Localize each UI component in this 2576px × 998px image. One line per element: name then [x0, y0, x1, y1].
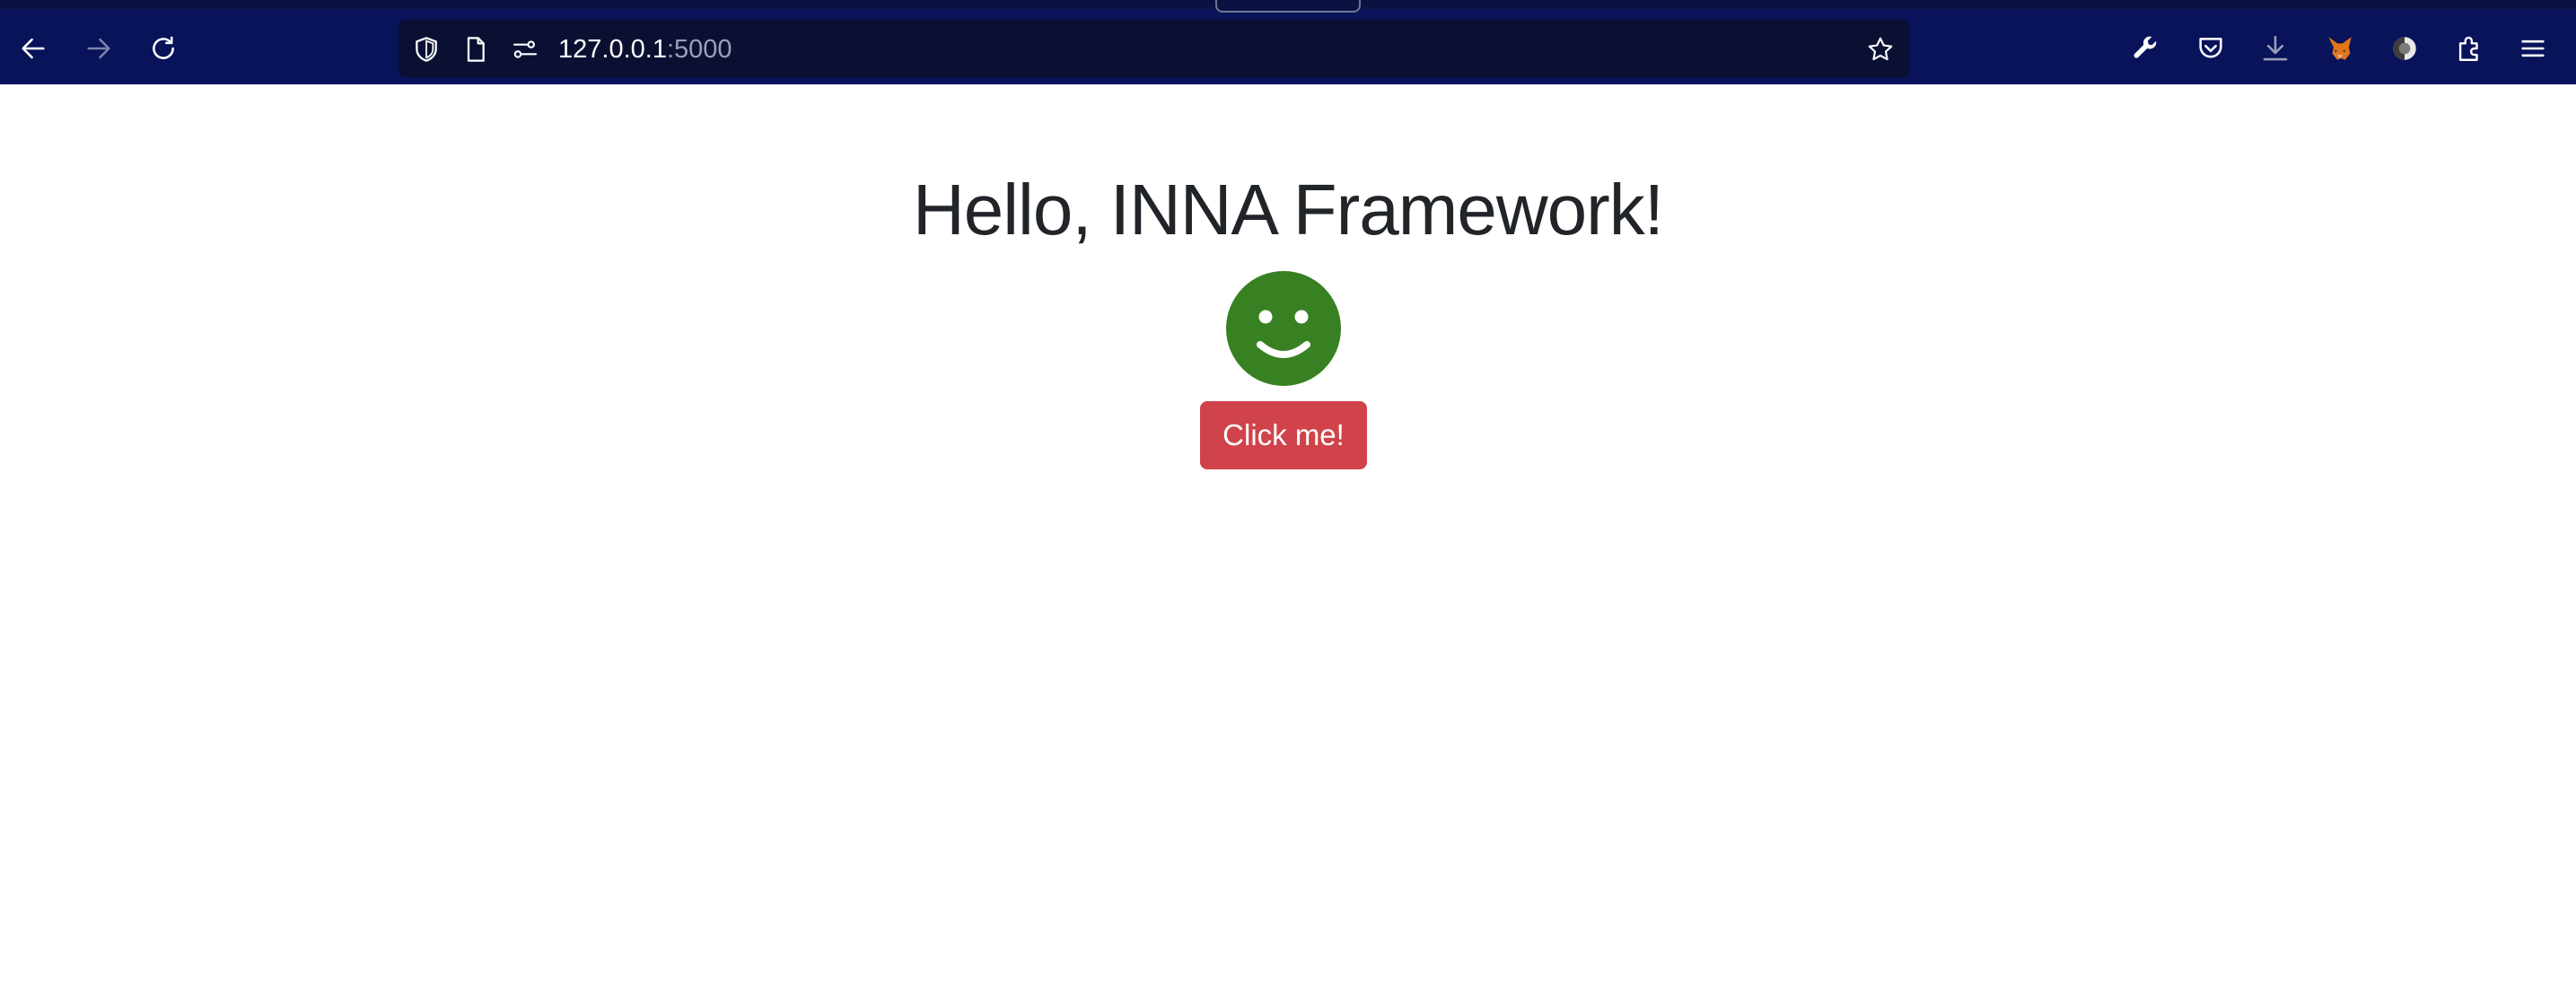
wrench-icon[interactable] [2127, 31, 2163, 66]
forward-button[interactable] [77, 27, 120, 70]
download-icon[interactable] [2257, 31, 2293, 66]
url-text[interactable]: 127.0.0.1:5000 [558, 34, 732, 65]
shield-icon[interactable] [411, 34, 442, 65]
contrast-extension-icon[interactable] [2387, 31, 2423, 66]
arrow-left-icon [22, 38, 45, 59]
url-bar[interactable]: 127.0.0.1:5000 [399, 20, 1910, 77]
page-title: Hello, INNA Framework! [913, 170, 1664, 250]
reload-icon [153, 36, 174, 59]
arrow-right-icon [87, 38, 110, 59]
pocket-icon[interactable] [2193, 31, 2229, 66]
reload-button[interactable] [142, 27, 185, 70]
permissions-icon[interactable] [510, 34, 540, 65]
click-me-button[interactable]: Click me! [1200, 401, 1367, 469]
smiley-face-icon [1226, 271, 1341, 386]
page-icon[interactable] [460, 34, 491, 65]
url-host: 127.0.0.1 [558, 35, 667, 64]
page-content: Hello, INNA Framework! Click me! [0, 84, 2576, 998]
url-port: :5000 [666, 35, 732, 64]
fox-extension-icon[interactable] [2322, 31, 2358, 66]
tab-edge [1215, 0, 1361, 13]
extensions-icon[interactable] [2451, 31, 2487, 66]
bookmark-star-icon[interactable] [1865, 34, 1896, 65]
back-button[interactable] [12, 27, 55, 70]
menu-icon[interactable] [2515, 31, 2551, 66]
browser-toolbar: 127.0.0.1:5000 [0, 0, 2576, 84]
